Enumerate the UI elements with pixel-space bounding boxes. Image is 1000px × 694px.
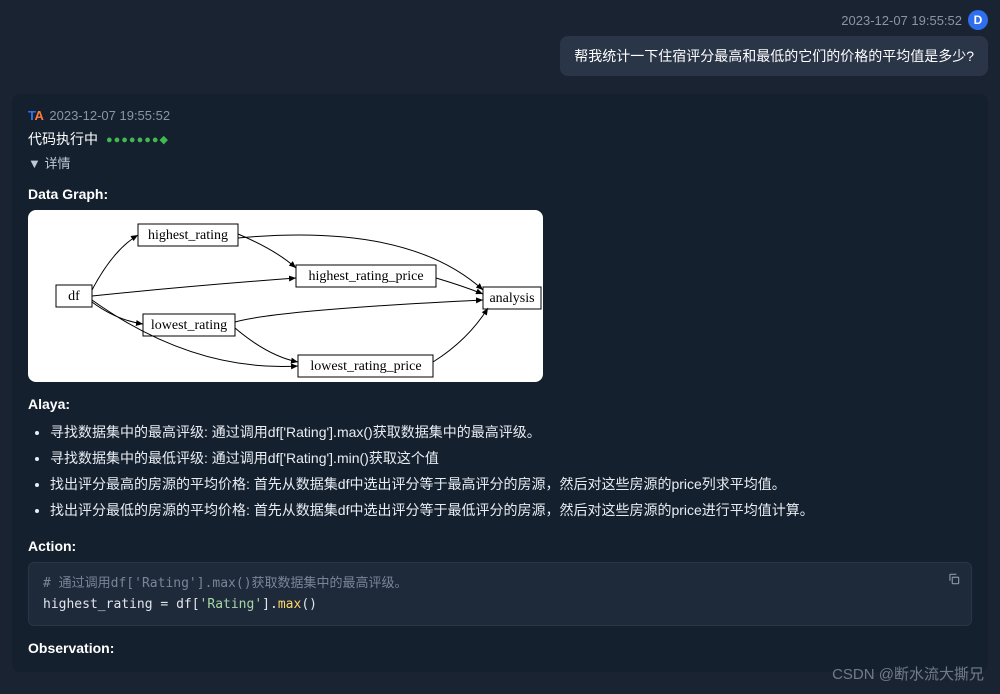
assistant-response-block: TA 2023-12-07 19:55:52 代码执行中 ●●●●●●●◆ ▼ …: [12, 94, 988, 672]
data-graph: df highest_rating lowest_rating highest_…: [28, 210, 543, 382]
graph-node-lowest-rating: lowest_rating: [151, 318, 227, 333]
copy-icon: [947, 572, 961, 586]
assistant-logo-icon: TA: [28, 108, 43, 123]
code-op: =: [153, 597, 176, 612]
observation-label: Observation:: [28, 640, 972, 656]
action-label: Action:: [28, 538, 972, 554]
graph-node-highest-rating: highest_rating: [148, 228, 228, 243]
loading-dots-icon: ●●●●●●●◆: [106, 133, 169, 146]
alaya-item: 寻找数据集中的最低评级: 通过调用df['Rating'].min()获取这个值: [50, 446, 972, 472]
graph-node-highest-rating-price: highest_rating_price: [308, 269, 423, 284]
alaya-label: Alaya:: [28, 396, 972, 412]
user-avatar: D: [968, 10, 988, 30]
user-message-area: 2023-12-07 19:55:52 D 帮我统计一下住宿评分最高和最低的它们…: [12, 10, 988, 76]
user-timestamp: 2023-12-07 19:55:52: [841, 13, 962, 28]
code-comment: # 通过调用df['Rating'].max()获取数据集中的最高评级。: [43, 576, 408, 591]
execution-label: 代码执行中: [28, 129, 98, 149]
code-close: ].: [262, 597, 278, 612]
alaya-list: 寻找数据集中的最高评级: 通过调用df['Rating'].max()获取数据集…: [28, 420, 972, 524]
alaya-item: 找出评分最低的房源的平均价格: 首先从数据集df中选出评分等于最低评分的房源，然…: [50, 498, 972, 524]
details-toggle[interactable]: ▼ 详情: [28, 153, 972, 172]
details-toggle-label: ▼ 详情: [28, 156, 70, 171]
graph-node-lowest-rating-price: lowest_rating_price: [310, 359, 421, 374]
code-string: 'Rating': [200, 597, 263, 612]
code-block: # 通过调用df['Rating'].max()获取数据集中的最高评级。 hig…: [28, 562, 972, 627]
user-message-bubble: 帮我统计一下住宿评分最高和最低的它们的价格的平均值是多少?: [560, 36, 988, 76]
code-var: highest_rating: [43, 597, 153, 612]
graph-node-analysis: analysis: [489, 291, 534, 306]
execution-status: 代码执行中 ●●●●●●●◆: [28, 129, 972, 149]
copy-button[interactable]: [947, 571, 961, 594]
user-message-text: 帮我统计一下住宿评分最高和最低的它们的价格的平均值是多少?: [574, 48, 974, 64]
code-paren: (): [301, 597, 317, 612]
code-func: max: [278, 597, 301, 612]
assistant-header: TA 2023-12-07 19:55:52: [28, 108, 972, 123]
data-graph-label: Data Graph:: [28, 186, 972, 202]
alaya-item: 找出评分最高的房源的平均价格: 首先从数据集df中选出评分等于最高评分的房源，然…: [50, 472, 972, 498]
alaya-item: 寻找数据集中的最高评级: 通过调用df['Rating'].max()获取数据集…: [50, 420, 972, 446]
code-df: df[: [176, 597, 199, 612]
graph-node-df: df: [68, 289, 80, 304]
assistant-timestamp: 2023-12-07 19:55:52: [49, 108, 170, 123]
user-timestamp-row: 2023-12-07 19:55:52 D: [12, 10, 988, 30]
